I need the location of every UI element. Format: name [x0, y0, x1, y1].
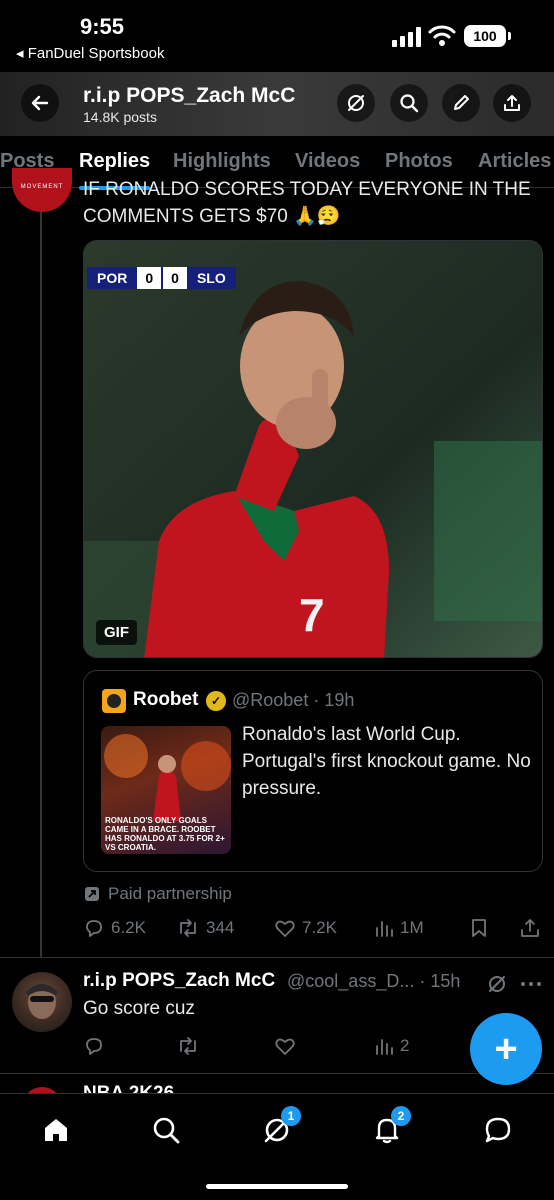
reply-repost-button[interactable]: [176, 1032, 200, 1060]
edit-button[interactable]: [442, 84, 480, 122]
repost-button[interactable]: 344: [176, 914, 234, 942]
reply-author-name[interactable]: r.i.p POPS_Zach McC: [83, 970, 275, 992]
more-options-icon[interactable]: [520, 980, 542, 988]
home-indicator: [206, 1184, 348, 1189]
scorebug-home-team: POR: [87, 267, 138, 289]
profile-header: r.i.p POPS_Zach McC 14.8K posts: [0, 72, 554, 136]
grok-button[interactable]: [337, 84, 375, 122]
share-icon: [504, 95, 520, 111]
tab-replies[interactable]: Replies: [79, 150, 151, 190]
pencil-icon: [454, 95, 469, 110]
grok-badge: 1: [281, 1106, 301, 1126]
like-button[interactable]: 7.2K: [274, 914, 337, 942]
views-button[interactable]: 1M: [374, 914, 424, 942]
back-to-app-link[interactable]: ◂ FanDuel Sportsbook: [16, 44, 164, 62]
avatar-logo-text: MOVEMENT: [20, 184, 64, 190]
back-button[interactable]: [21, 84, 59, 122]
nav-notifications[interactable]: 2: [369, 1106, 411, 1148]
heart-icon: [275, 920, 295, 937]
paid-partnership-label: Paid partnership: [84, 884, 232, 904]
home-icon: [45, 1119, 67, 1141]
post-text: IF RONALDO SCORES TODAY EVERYONE IN THE …: [83, 179, 531, 227]
status-bar: 9:55 ◂ FanDuel Sportsbook 100: [0, 0, 554, 72]
nav-explore[interactable]: [148, 1112, 184, 1148]
search-button[interactable]: [390, 84, 428, 122]
tab-photos[interactable]: Photos: [385, 150, 453, 173]
repost-icon: [180, 919, 196, 937]
views-count: 1M: [400, 918, 424, 937]
avatar-image: [26, 984, 58, 1019]
share-button[interactable]: [493, 84, 531, 122]
post-count: 14.8K posts: [83, 109, 157, 125]
search-icon: [400, 94, 419, 113]
tab-highlights[interactable]: Highlights: [173, 150, 271, 173]
notifications-badge: 2: [391, 1106, 411, 1126]
quoted-post[interactable]: Roobet ✓ @Roobet · 19h RONALDO'S ONLY GO…: [83, 670, 543, 872]
quoted-image-caption: RONALDO'S ONLY GOALS CAME IN A BRACE. RO…: [105, 816, 225, 852]
quoted-author-name: Roobet: [133, 689, 199, 710]
reply-icon: [86, 1038, 102, 1055]
nav-grok[interactable]: 1: [259, 1106, 301, 1148]
post-divider: [0, 957, 554, 958]
paid-partnership-text: Paid partnership: [108, 884, 232, 903]
next-post-peek: NBA 2K26: [0, 1075, 554, 1095]
scorebug-away-score: 0: [161, 267, 187, 289]
nav-messages[interactable]: [480, 1112, 516, 1148]
post-avatar[interactable]: MOVEMENT: [12, 168, 72, 212]
bookmark-button[interactable]: [469, 914, 489, 942]
post-gif[interactable]: 7 POR 0 0 SLO GIF: [83, 240, 543, 658]
scorebug-away-team: SLO: [186, 267, 236, 289]
share-post-button[interactable]: [519, 914, 541, 942]
reply-reply-button[interactable]: [83, 1032, 105, 1060]
reply-count: 6.2K: [111, 918, 146, 937]
scorebug: POR 0 0 SLO: [87, 267, 236, 289]
arrow-left-icon: [31, 95, 49, 111]
reply-divider: [0, 1073, 554, 1074]
heart-icon: [275, 1038, 295, 1055]
nav-home[interactable]: [38, 1112, 74, 1148]
quoted-author-handle: @Roobet · 19h: [232, 690, 355, 710]
post-actions: 6.2K 344 7.2K 1M: [83, 914, 549, 944]
quoted-image[interactable]: RONALDO'S ONLY GOALS CAME IN A BRACE. RO…: [101, 726, 231, 854]
grok-icon: [348, 95, 364, 111]
analytics-icon: [376, 1039, 393, 1055]
reply-text: Go score cuz: [83, 998, 195, 1019]
share-icon: [521, 919, 539, 937]
bookmark-icon: [472, 919, 486, 937]
profile-name: r.i.p POPS_Zach McC: [83, 84, 296, 107]
clock: 9:55: [80, 14, 125, 39]
thread-line: [40, 212, 42, 957]
gif-frame-image: 7: [84, 241, 542, 657]
verified-badge-icon: ✓: [206, 691, 226, 711]
reply-button[interactable]: 6.2K: [83, 914, 146, 942]
reply-views-button[interactable]: 2: [374, 1032, 409, 1060]
cellular-signal-icon: [392, 27, 421, 47]
chat-bubble-icon: [485, 1117, 511, 1143]
reply-actions: 2: [83, 1032, 463, 1058]
repost-count: 344: [206, 918, 235, 937]
tab-videos[interactable]: Videos: [295, 150, 360, 173]
repost-icon: [180, 1037, 196, 1055]
reply-like-button[interactable]: [274, 1032, 296, 1060]
reply-icon: [86, 920, 102, 937]
grok-icon[interactable]: [487, 974, 507, 994]
scorebug-home-score: 0: [137, 267, 162, 289]
reply-avatar[interactable]: [12, 972, 72, 1032]
plus-icon: +: [494, 1027, 518, 1071]
like-count: 7.2K: [302, 918, 337, 937]
battery-indicator: 100: [464, 25, 511, 47]
svg-text:7: 7: [299, 589, 325, 641]
roobet-logo-icon: [102, 689, 126, 713]
paid-partnership-icon: [85, 887, 99, 901]
compose-button[interactable]: +: [470, 1013, 542, 1085]
reply-author-handle: @cool_ass_D... · 15h: [287, 971, 461, 991]
tab-articles[interactable]: Articles: [478, 150, 551, 173]
analytics-icon: [376, 921, 393, 937]
wifi-icon: [428, 25, 456, 46]
quoted-text: Ronaldo's last World Cup. Portugal's fir…: [242, 724, 531, 799]
reply-views-count: 2: [400, 1036, 410, 1055]
gif-badge: GIF: [96, 620, 137, 645]
search-icon: [153, 1117, 180, 1144]
